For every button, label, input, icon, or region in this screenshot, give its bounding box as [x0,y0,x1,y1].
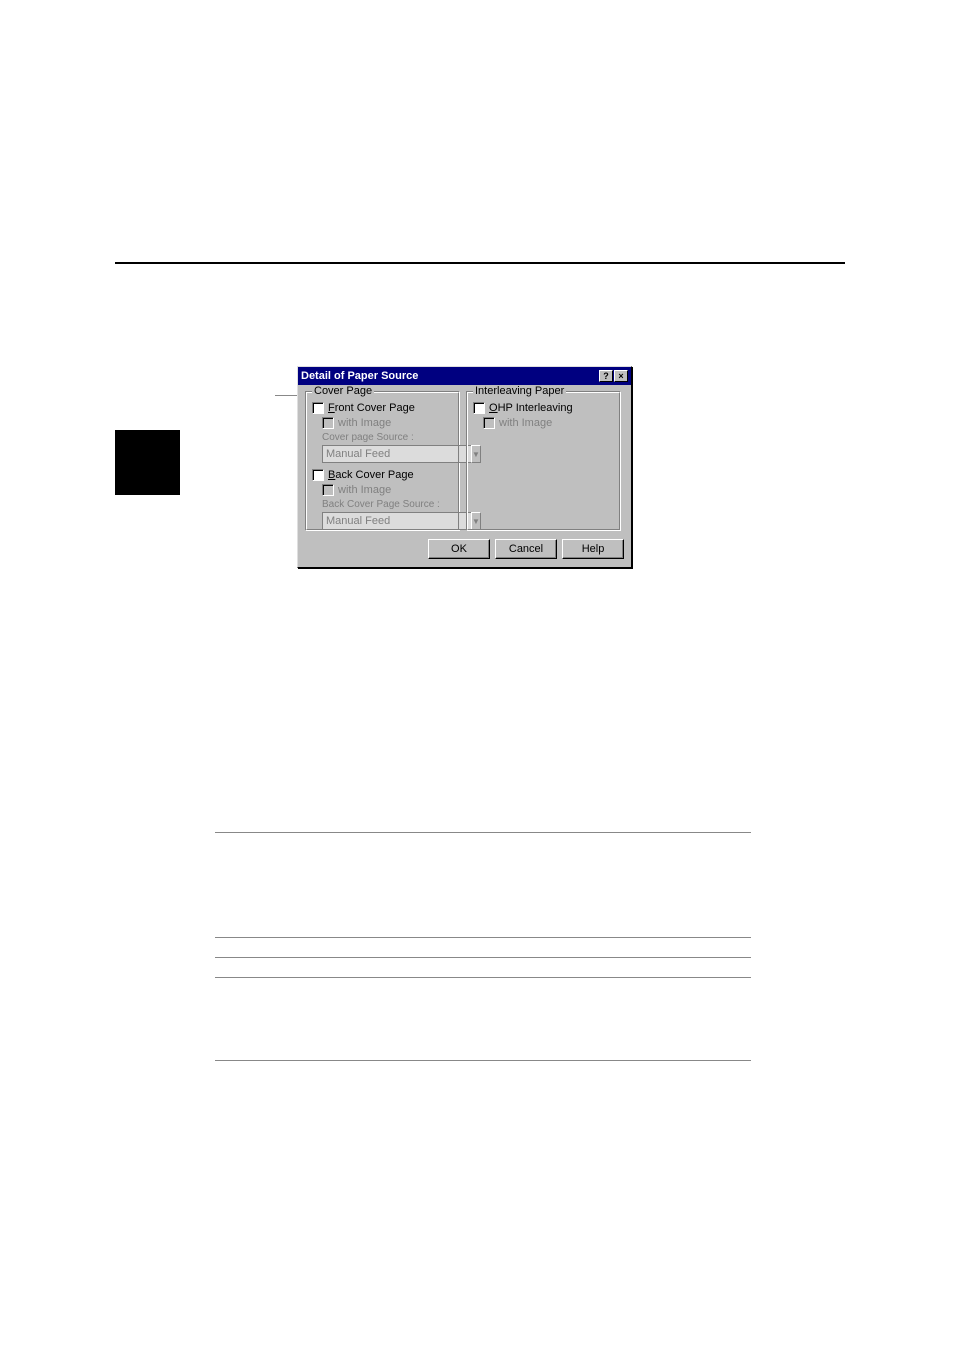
interleaving-legend: Interleaving Paper [473,385,566,397]
front-with-image-label: with Image [338,417,391,429]
close-icon[interactable]: × [614,370,628,382]
page-marker [115,430,180,495]
checkbox-icon [322,484,334,496]
dialog-buttons: OK Cancel Help [298,539,631,567]
front-with-image-checkbox: with Image [322,417,453,429]
back-cover-page-checkbox[interactable]: Back Cover Page [312,469,453,481]
dialog-body: Cover Page Front Cover Page with Image C… [298,385,631,539]
help-button[interactable]: Help [562,539,624,559]
checkbox-icon [312,469,324,481]
dialog-title: Detail of Paper Source [301,370,598,382]
ohp-interleaving-label: HP Interleaving [498,402,573,414]
back-cover-source-select: ▼ [322,512,442,530]
divider [215,832,751,833]
back-cover-page-label: ack Cover Page [335,469,413,481]
divider [215,957,751,958]
front-cover-page-label: ront Cover Page [335,402,415,414]
checkbox-icon [473,402,485,414]
back-cover-source-value [322,512,471,530]
divider [215,937,751,938]
checkbox-icon [312,402,324,414]
cancel-button[interactable]: Cancel [495,539,557,559]
help-icon[interactable]: ? [599,370,613,382]
cover-page-source-select: ▼ [322,445,442,463]
cover-page-source-value [322,445,471,463]
cover-page-group: Cover Page Front Cover Page with Image C… [305,391,460,531]
back-cover-source-label: Back Cover Page Source : [322,499,453,510]
divider [215,1060,751,1061]
ohp-interleaving-checkbox[interactable]: OHP Interleaving [473,402,614,414]
divider [115,262,845,264]
checkbox-icon [483,417,495,429]
detail-of-paper-source-dialog: Detail of Paper Source ? × Cover Page Fr… [297,366,632,568]
front-cover-page-checkbox[interactable]: Front Cover Page [312,402,453,414]
interleaving-with-image-label: with Image [499,417,552,429]
back-with-image-label: with Image [338,484,391,496]
cover-page-legend: Cover Page [312,385,374,397]
titlebar: Detail of Paper Source ? × [298,367,631,385]
interleaving-group: Interleaving Paper OHP Interleaving with… [466,391,621,531]
cover-page-source-label: Cover page Source : [322,432,453,443]
checkbox-icon [322,417,334,429]
interleaving-with-image-checkbox: with Image [483,417,614,429]
divider [215,977,751,978]
back-with-image-checkbox: with Image [322,484,453,496]
ok-button[interactable]: OK [428,539,490,559]
